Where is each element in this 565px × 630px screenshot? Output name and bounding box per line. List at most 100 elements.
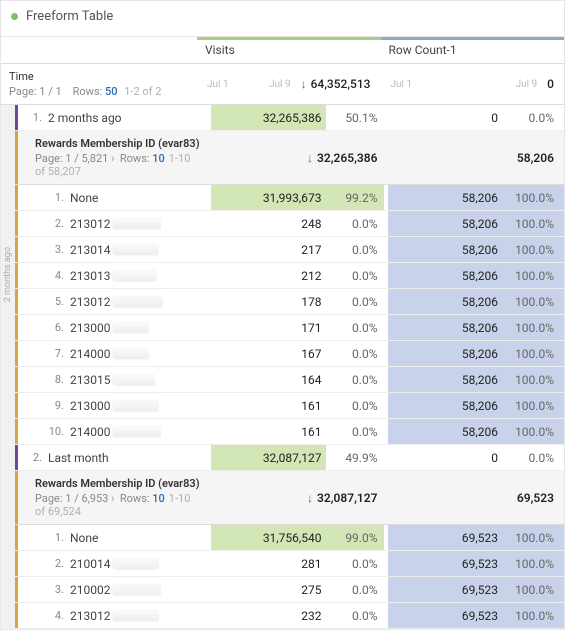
period-side-band: 2 months ago	[1, 105, 15, 445]
sub-page-label: Page:	[35, 492, 63, 505]
visits-cell: 1670.0%	[211, 341, 388, 366]
sub-row[interactable]: 6.213000 1710.0%58,206100.0%	[15, 315, 564, 341]
rowcount-cell: 0 0.0%	[388, 445, 565, 470]
sub-row-text: 213012	[70, 609, 159, 623]
visits-val: 164	[301, 373, 321, 387]
rowcount-cell: 58,206100.0%	[388, 237, 565, 262]
time-label: Time	[9, 70, 189, 83]
rowcount-val: 58,206	[462, 191, 498, 205]
rowcount-cell: 69,523100.0%	[388, 525, 565, 550]
sub-row[interactable]: 7.214000 1670.0%58,206100.0%	[15, 341, 564, 367]
sub-rows: 1.None 31,756,54099.0%69,523100.0%2.2100…	[15, 525, 564, 629]
sub-page-num: 1 / 6,953	[65, 492, 108, 505]
redacted-text	[113, 401, 159, 411]
visits-val: 178	[301, 295, 321, 309]
visits-pct: 99.0%	[334, 531, 378, 545]
sub-row-text: 210002	[70, 583, 161, 597]
visits-pct: 50.1%	[334, 111, 378, 125]
sub-dim-block: Rewards Membership ID (evar83)Page: 1 / …	[15, 471, 211, 524]
rowcount-cell: 00.0%	[388, 105, 565, 130]
sort-arrow-icon[interactable]: ↓	[307, 151, 313, 165]
rowcount-pct: 0.0%	[510, 111, 554, 125]
visits-val: 248	[301, 217, 321, 231]
period-row[interactable]: 2.Last month32,087,12749.9%00.0%	[15, 445, 564, 471]
chevron-right-icon[interactable]: ›	[111, 152, 114, 165]
sub-row[interactable]: 2.213012 2480.0%58,206100.0%	[15, 211, 564, 237]
time-dim-block[interactable]: Time Page: 1 / 1 Rows: 50 1-2 of 2	[1, 64, 197, 104]
sub-row-label: 1.None	[15, 525, 211, 550]
sub-rows-num[interactable]: 10	[152, 492, 165, 505]
sub-row-label: 9.213000	[15, 393, 211, 418]
row-text: 2 months ago	[48, 111, 122, 125]
visits-val: 171	[301, 321, 321, 335]
rowcount-val: 58,206	[462, 269, 498, 283]
sort-arrow-icon[interactable]: ↓	[307, 491, 313, 505]
sub-row[interactable]: 3.213014 2170.0%58,206100.0%	[15, 237, 564, 263]
redacted-text	[113, 245, 159, 255]
sub-dim-title: Rewards Membership ID (evar83)	[35, 137, 203, 150]
col-header-rowcount-label: Row Count-1	[389, 43, 457, 57]
sub-rows-num[interactable]: 10	[152, 152, 165, 165]
sub-dimension-header[interactable]: Rewards Membership ID (evar83)Page: 1 / …	[15, 471, 564, 525]
sub-row[interactable]: 9.213000 1610.0%58,206100.0%	[15, 393, 564, 419]
visits-cell: 1610.0%	[211, 393, 388, 418]
visits-val: 161	[301, 399, 321, 413]
sub-visits-total: ↓32,087,127	[211, 471, 388, 524]
sub-row-text: None	[70, 531, 98, 545]
sub-row[interactable]: 1.None 31,756,54099.0%69,523100.0%	[15, 525, 564, 551]
rowcount-val: 69,523	[462, 609, 498, 623]
sub-dim-block: Rewards Membership ID (evar83)Page: 1 / …	[15, 131, 211, 184]
sub-row-num: 3.	[48, 583, 64, 596]
visits-cell: 2320.0%	[211, 603, 388, 628]
sub-dimension-header[interactable]: Rewards Membership ID (evar83)Page: 1 / …	[15, 131, 564, 185]
rows-num[interactable]: 50	[105, 85, 118, 98]
date-left: Jul 1	[207, 79, 229, 90]
sub-row-text: 213013	[70, 269, 157, 283]
visits-pct: 0.0%	[334, 609, 378, 623]
sub-row-text: 213012	[70, 295, 163, 309]
visits-pct: 0.0%	[334, 269, 378, 283]
chevron-right-icon[interactable]: ›	[111, 492, 114, 505]
rowcount-pct: 0.0%	[510, 451, 554, 465]
sub-row-num: 2.	[48, 557, 64, 570]
sub-row[interactable]: 5.213012 1780.0%58,206100.0%	[15, 289, 564, 315]
rowcount-pct: 100.0%	[510, 557, 554, 571]
sub-row-label: 2. 210014	[15, 551, 211, 576]
sub-row[interactable]: 2.210014 2810.0%69,523100.0%	[15, 551, 564, 577]
period-side-band	[1, 445, 15, 629]
visits-val: 161	[301, 425, 321, 439]
visits-val: 31,993,673	[263, 191, 322, 205]
rowcount-cell: 58,206100.0%	[388, 185, 565, 210]
sub-row-num: 9.	[48, 399, 64, 412]
rowcount-val: 69,523	[462, 557, 498, 571]
date-right-2: Jul 9	[516, 79, 538, 90]
sort-arrow-icon[interactable]: ↓	[301, 77, 307, 91]
sub-row[interactable]: 8.213015 1640.0%58,206100.0%	[15, 367, 564, 393]
sub-row[interactable]: 1.None 31,993,67399.2%58,206100.0%	[15, 185, 564, 211]
visits-val: 32,087,127	[263, 451, 322, 465]
period-side-text: 2 months ago	[3, 247, 13, 302]
rowcount-pct: 100.0%	[510, 269, 554, 283]
header-spacer	[1, 37, 197, 63]
sub-row[interactable]: 3.210002 2750.0%69,523100.0%	[15, 577, 564, 603]
sub-row-num: 5.	[48, 295, 64, 308]
visits-cell: 2480.0%	[211, 211, 388, 236]
col-header-rowcount[interactable]: Row Count-1	[381, 37, 565, 63]
rowcount-pct: 100.0%	[510, 347, 554, 361]
sub-row-text: 210014	[70, 557, 159, 571]
visits-val: 32,265,386	[263, 111, 322, 125]
sub-row[interactable]: 10.214000 1610.0%58,206100.0%	[15, 419, 564, 445]
visits-cell: 31,993,67399.2%	[211, 185, 388, 210]
page-num: 1 / 1	[39, 85, 61, 98]
col-header-visits-label: Visits	[205, 43, 235, 57]
sub-row-text: 214000	[70, 347, 149, 361]
sub-row[interactable]: 4.213013 2120.0%58,206100.0%	[15, 263, 564, 289]
sub-row-label: 8.213015	[15, 367, 211, 392]
row-text: Last month	[48, 451, 109, 465]
col-header-visits[interactable]: Visits	[197, 37, 381, 63]
visits-cell: 32,265,386 50.1%	[211, 105, 388, 130]
rowcount-val: 0	[491, 451, 498, 465]
sub-row[interactable]: 4.213012 2320.0%69,523100.0%	[15, 603, 564, 629]
visits-cell: 1780.0%	[211, 289, 388, 314]
period-row[interactable]: 1.2 months ago32,265,38650.1%00.0%	[15, 105, 564, 131]
